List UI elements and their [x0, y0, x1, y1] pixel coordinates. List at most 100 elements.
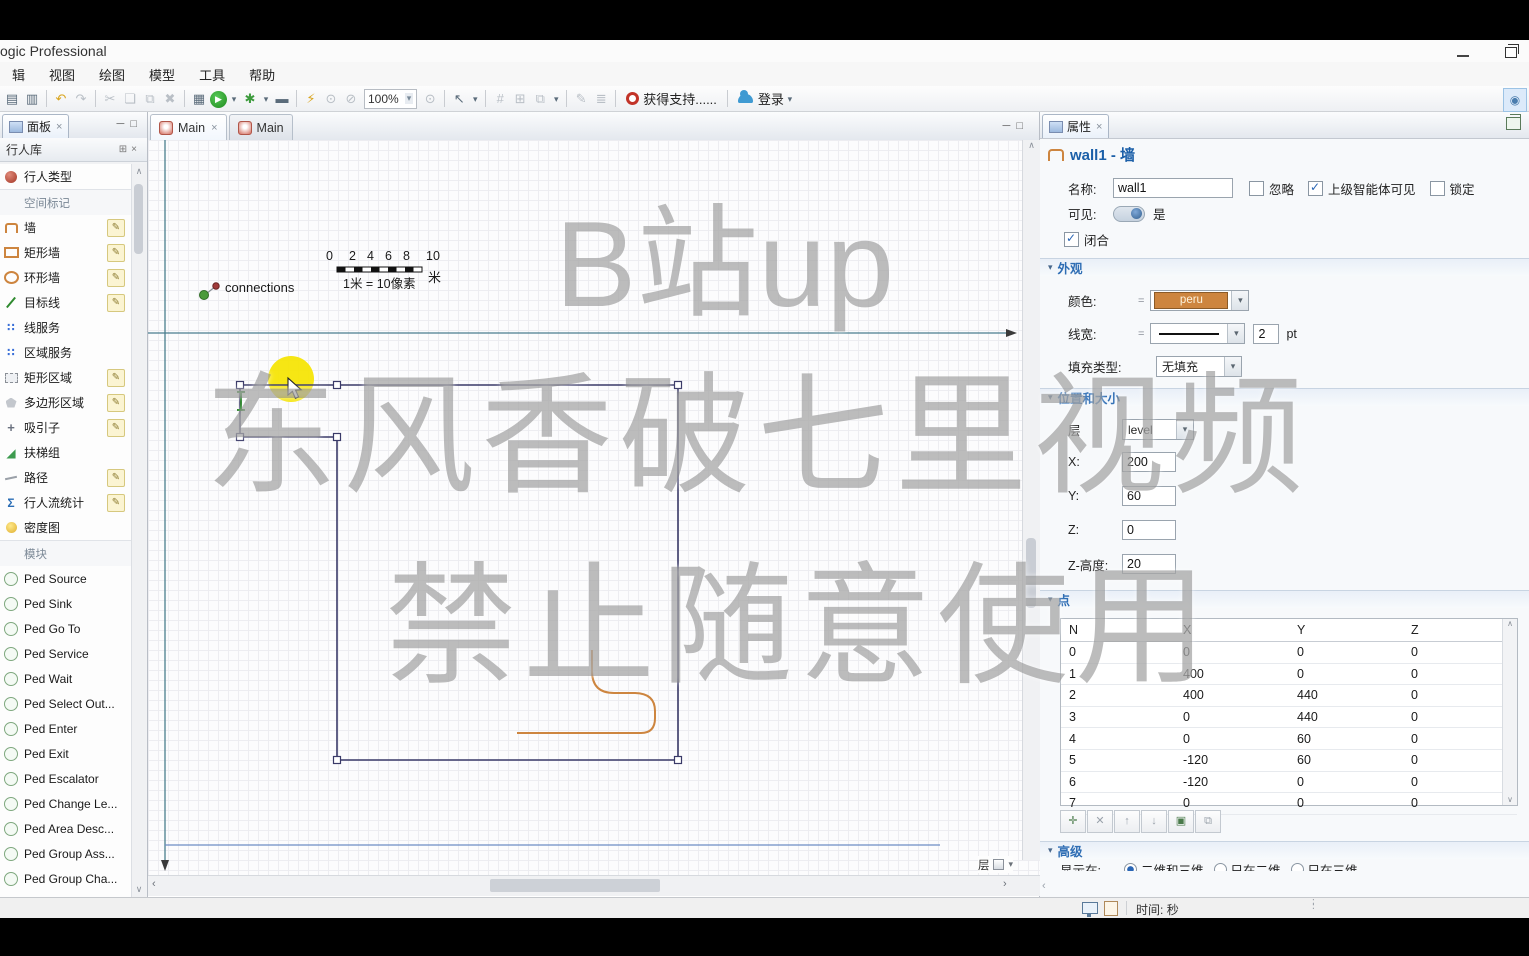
scrollbar-thumb[interactable]: [134, 184, 143, 254]
collapse-triangle-icon[interactable]: ▾: [1048, 594, 1053, 605]
edit-pencil-icon[interactable]: [107, 494, 125, 512]
chevron-down-icon[interactable]: ▾: [1227, 324, 1245, 343]
section-position-size[interactable]: ▾ 位置和大小: [1040, 388, 1529, 406]
z-height-input[interactable]: 20: [1122, 554, 1176, 574]
palette-item-ped-source[interactable]: Ped Source: [0, 566, 133, 591]
palette-item-density-map[interactable]: 密度图: [0, 515, 133, 540]
save-all-icon[interactable]: ▥: [23, 89, 41, 109]
palette-item-ped-flow-stats[interactable]: Σ 行人流统计: [0, 490, 133, 515]
wall-shape[interactable]: [235, 380, 683, 765]
login-button[interactable]: 登录 ▾: [737, 89, 796, 109]
scroll-up-icon[interactable]: ∧: [132, 166, 146, 177]
redo-icon[interactable]: ↷: [72, 89, 90, 109]
add-point-button[interactable]: ✛: [1060, 810, 1086, 833]
edit-pencil-icon[interactable]: [107, 419, 125, 437]
scroll-up-icon[interactable]: ∧: [1028, 140, 1035, 150]
delete-icon[interactable]: ✖: [161, 89, 179, 109]
paste-points-button[interactable]: ▣: [1168, 810, 1194, 833]
zoom-area-icon[interactable]: ⊙: [322, 89, 340, 109]
layer-quick-widget[interactable]: 层 ▾: [978, 856, 1014, 873]
move-point-down-button[interactable]: ↓: [1141, 810, 1167, 833]
run-dropdown-icon[interactable]: ▾: [229, 89, 239, 109]
palette-item-line-service[interactable]: ∷ 线服务: [0, 315, 133, 340]
points-table-row[interactable]: 1 400 0 0: [1061, 664, 1517, 686]
points-table-row[interactable]: 0 0 0 0: [1061, 642, 1517, 664]
target-line-marker[interactable]: [237, 391, 245, 411]
scroll-up-icon[interactable]: ∧: [1507, 619, 1513, 628]
presentation-icon[interactable]: ▬: [273, 89, 291, 109]
canvas-vertical-scrollbar[interactable]: ∧: [1022, 140, 1040, 860]
section-appearance[interactable]: ▾ 外观: [1040, 258, 1529, 276]
close-library-icon[interactable]: ×: [131, 144, 141, 155]
palette-item-ped-enter[interactable]: Ped Enter: [0, 716, 133, 741]
login-dropdown-icon[interactable]: ▾: [785, 89, 795, 109]
visible-toggle[interactable]: [1113, 205, 1145, 222]
palette-item-ped-change-level[interactable]: Ped Change Le...: [0, 791, 133, 816]
menu-item[interactable]: 辑: [0, 65, 37, 84]
linewidth-input[interactable]: 2: [1253, 323, 1280, 344]
restore-pane-icon[interactable]: [1506, 114, 1521, 130]
palette-section-blocks[interactable]: 模块: [0, 540, 133, 566]
toolbar-far-right-icon[interactable]: ◉: [1503, 88, 1527, 112]
copy-shape-icon[interactable]: ⧉: [531, 89, 549, 109]
memory-icon[interactable]: [1104, 901, 1118, 916]
palette-item-ped-escalator[interactable]: Ped Escalator: [0, 766, 133, 791]
edit-pencil-icon[interactable]: [107, 369, 125, 387]
palette-item-ped-select-output[interactable]: Ped Select Out...: [0, 691, 133, 716]
collapse-triangle-icon[interactable]: ▾: [1048, 845, 1053, 856]
palette-item-ped-group-change[interactable]: Ped Group Cha...: [0, 866, 133, 891]
palette-item-ped-area-descriptor[interactable]: Ped Area Desc...: [0, 816, 133, 841]
default-value-icon[interactable]: =: [1138, 328, 1144, 340]
show-in-radio[interactable]: 只在二维: [1214, 860, 1281, 871]
menu-item[interactable]: 视图: [37, 65, 87, 84]
save-icon[interactable]: ▤: [3, 89, 21, 109]
scrollbar-thumb[interactable]: [490, 879, 660, 892]
debug-icon[interactable]: ✱: [241, 89, 259, 109]
chevron-down-icon[interactable]: ▾: [1009, 859, 1014, 870]
magnifier-icon[interactable]: ⊙: [421, 89, 439, 109]
edit-pencil-icon[interactable]: [107, 269, 125, 287]
minimize-editor-icon[interactable]: ─: [1003, 120, 1017, 132]
tab-main-2[interactable]: Main ×: [228, 114, 293, 140]
points-table-row[interactable]: 6 -120 0 0: [1061, 772, 1517, 794]
scroll-down-icon[interactable]: ∨: [132, 884, 146, 895]
edit-pencil-icon[interactable]: [107, 294, 125, 312]
window-minimize-button[interactable]: [1448, 44, 1478, 60]
show-in-radio[interactable]: 二维和三维: [1124, 860, 1204, 871]
tab-main-1[interactable]: Main ×: [150, 114, 227, 140]
palette-section-space-markup[interactable]: 空间标记: [0, 189, 133, 215]
shape-dropdown-icon[interactable]: ▾: [551, 89, 561, 109]
palette-item-area-service[interactable]: ∷ 区域服务: [0, 340, 133, 365]
palette-scrollbar[interactable]: ∧ ∨: [131, 164, 146, 897]
parent-visible-checkbox[interactable]: 上级智能体可见: [1308, 179, 1416, 198]
points-table-row[interactable]: 3 0 440 0: [1061, 707, 1517, 729]
minimize-pane-icon[interactable]: ─: [117, 118, 131, 130]
points-table-scrollbar[interactable]: ∧ ∨: [1502, 619, 1517, 805]
edit-pencil-icon[interactable]: [107, 469, 125, 487]
layer-combo[interactable]: level ▾: [1122, 419, 1194, 440]
palette-item-rect-area[interactable]: 矩形区域: [0, 365, 133, 390]
pointer-dropdown-icon[interactable]: ▾: [470, 89, 480, 109]
palette-item-poly-area[interactable]: 多边形区域: [0, 390, 133, 415]
get-support-button[interactable]: 获得支持......: [626, 89, 717, 108]
highlight-icon[interactable]: ⚡: [302, 89, 320, 109]
chevron-down-icon[interactable]: ▾: [1224, 357, 1241, 376]
close-tab-icon[interactable]: ×: [211, 122, 217, 134]
name-input[interactable]: wall1: [1113, 178, 1233, 198]
maximize-pane-icon[interactable]: □: [130, 118, 143, 130]
points-table-row[interactable]: 4 0 60 0: [1061, 728, 1517, 750]
chevron-down-icon[interactable]: ▾: [1176, 420, 1193, 439]
scroll-down-icon[interactable]: ∨: [1503, 795, 1517, 804]
close-icon[interactable]: ×: [1096, 121, 1102, 133]
linewidth-combo[interactable]: ▾: [1150, 323, 1246, 344]
cut-icon[interactable]: ✂: [101, 89, 119, 109]
palette-item-ped-exit[interactable]: Ped Exit: [0, 741, 133, 766]
palette-item-ped-sink[interactable]: Ped Sink: [0, 591, 133, 616]
canvas-horizontal-scrollbar[interactable]: ‹ ›: [148, 875, 1040, 896]
debug-dropdown-icon[interactable]: ▾: [261, 89, 271, 109]
tab-properties[interactable]: 属性 ×: [1042, 114, 1110, 138]
lock-checkbox[interactable]: 锁定: [1429, 179, 1475, 198]
pointer-icon[interactable]: ↖: [450, 89, 468, 109]
z-input[interactable]: 0: [1122, 520, 1176, 540]
closed-checkbox[interactable]: 闭合: [1064, 230, 1109, 249]
